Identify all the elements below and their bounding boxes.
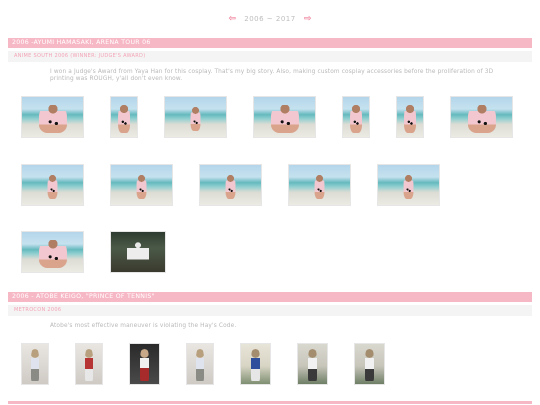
photo-thumbnail[interactable] — [21, 164, 84, 206]
photo-thumbnail[interactable] — [21, 343, 49, 385]
photo-thumbnail[interactable] — [129, 343, 160, 385]
photo-thumbnail[interactable] — [354, 343, 385, 385]
photo-thumbnail[interactable] — [75, 343, 103, 385]
section-subtitle-ayumi: ANIME SOUTH 2006 (WINNER: JUDGE'S AWARD) — [8, 51, 532, 62]
photo-thumbnail[interactable] — [110, 231, 166, 273]
photo-thumbnail[interactable] — [288, 164, 351, 206]
section-subtitle-atobe: METROCON 2006 — [8, 305, 532, 316]
right-arrow-icon[interactable]: ⇨ — [304, 14, 312, 24]
photo-thumbnail[interactable] — [396, 96, 424, 138]
year-navigation: ⇦ 2006 ~ 2017 ⇨ — [0, 14, 540, 24]
year-range: 2006 ~ 2017 — [244, 15, 296, 23]
photo-thumbnail[interactable] — [342, 96, 370, 138]
photo-thumbnail[interactable] — [21, 231, 84, 273]
photo-thumbnail[interactable] — [450, 96, 513, 138]
section-description-atobe: Atobe's most effective maneuver is viola… — [50, 323, 237, 329]
photo-thumbnail[interactable] — [110, 96, 138, 138]
photo-thumbnail[interactable] — [377, 164, 440, 206]
photo-thumbnail[interactable] — [186, 343, 214, 385]
photo-thumbnail[interactable] — [297, 343, 328, 385]
photo-thumbnail[interactable] — [253, 96, 316, 138]
photo-thumbnail[interactable] — [199, 164, 262, 206]
section-description-ayumi: I won a Judge's Award from Yaya Han for … — [50, 69, 494, 82]
photo-thumbnail[interactable] — [110, 164, 173, 206]
photo-thumbnail[interactable] — [164, 96, 227, 138]
photo-thumbnail[interactable] — [240, 343, 271, 385]
left-arrow-icon[interactable]: ⇦ — [228, 14, 236, 24]
section-divider — [8, 401, 532, 404]
photo-thumbnail[interactable] — [21, 96, 84, 138]
section-title-atobe: 2006 - ATOBE KEIGO, "PRINCE OF TENNIS" — [8, 292, 532, 302]
section-title-ayumi: 2006 -AYUMI HAMASAKI, ARENA TOUR 06 — [8, 38, 532, 48]
